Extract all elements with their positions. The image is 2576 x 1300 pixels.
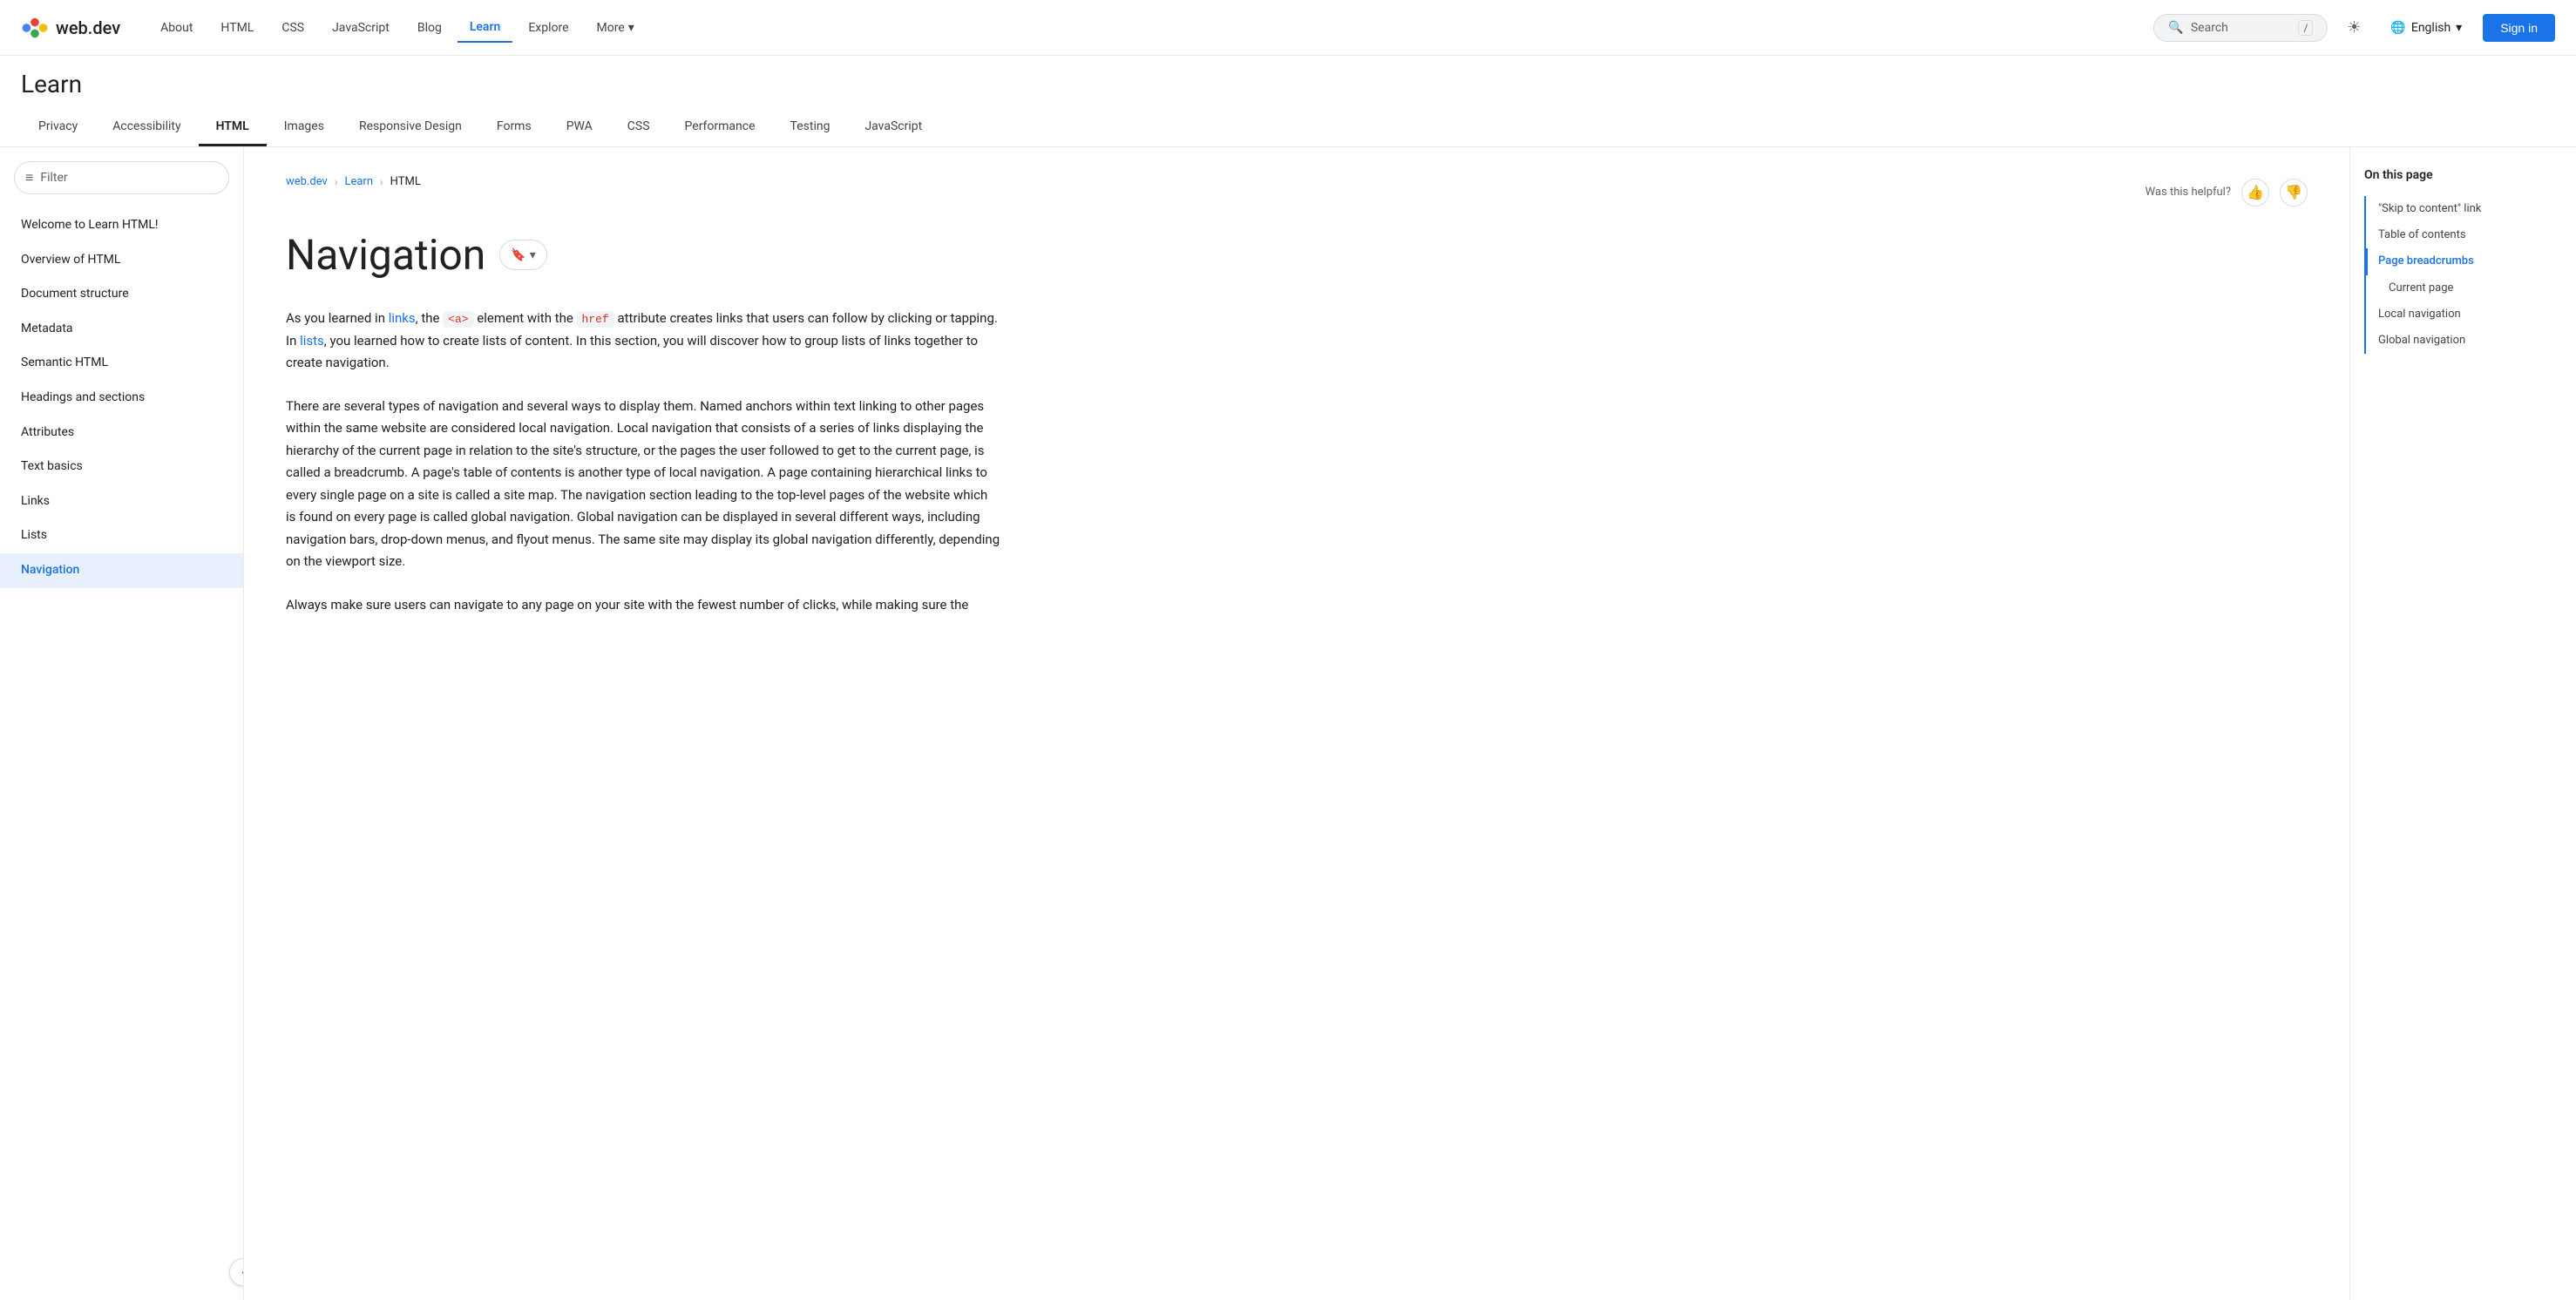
- search-bar[interactable]: 🔍 Search /: [2153, 14, 2328, 42]
- helpful-bar: Was this helpful? 👍 👎: [2146, 179, 2308, 207]
- sidebar-item-text-basics[interactable]: Text basics: [0, 450, 243, 484]
- bookmark-dropdown-icon: ▾: [530, 247, 536, 262]
- search-icon: 🔍: [2168, 21, 2183, 35]
- nav-html[interactable]: HTML: [208, 14, 266, 42]
- tab-accessibility[interactable]: Accessibility: [95, 109, 198, 146]
- sidebar-item-overview[interactable]: Overview of HTML: [0, 243, 243, 278]
- thumbs-down-button[interactable]: 👎: [2280, 179, 2308, 207]
- sidebar-item-lists[interactable]: Lists: [0, 518, 243, 553]
- page-title: Navigation: [286, 230, 485, 280]
- filter-placeholder: Filter: [40, 171, 67, 185]
- bookmark-button[interactable]: 🔖 ▾: [499, 240, 546, 270]
- code-a-tag: <a>: [443, 311, 473, 328]
- tab-images[interactable]: Images: [267, 109, 342, 146]
- tab-responsive-design[interactable]: Responsive Design: [342, 109, 479, 146]
- helpful-text: Was this helpful?: [2146, 186, 2231, 199]
- top-navigation: web.dev About HTML CSS JavaScript Blog L…: [0, 0, 2576, 56]
- tab-performance[interactable]: Performance: [668, 109, 773, 146]
- tab-privacy[interactable]: Privacy: [21, 109, 95, 146]
- nav-more[interactable]: More ▾: [585, 14, 647, 42]
- left-sidebar: ≡ Filter Welcome to Learn HTML! Overview…: [0, 147, 244, 1300]
- link-links[interactable]: links: [389, 310, 416, 326]
- nav-css[interactable]: CSS: [269, 14, 316, 42]
- filter-icon: ≡: [25, 169, 33, 186]
- right-toc: On this page "Skip to content" link Tabl…: [2349, 147, 2576, 1300]
- search-shortcut: /: [2298, 20, 2313, 36]
- breadcrumb: web.dev › Learn › HTML: [286, 175, 421, 188]
- sidebar-collapse-button[interactable]: ‹: [229, 1258, 244, 1286]
- filter-bar[interactable]: ≡ Filter: [14, 161, 229, 194]
- collapse-icon: ‹: [241, 1266, 244, 1278]
- tab-html[interactable]: HTML: [199, 109, 267, 146]
- learn-header: Learn Privacy Accessibility HTML Images …: [0, 56, 2576, 147]
- sidebar-item-document-structure[interactable]: Document structure: [0, 277, 243, 312]
- language-label: English: [2411, 21, 2451, 35]
- link-lists[interactable]: lists: [300, 333, 324, 349]
- nav-blog[interactable]: Blog: [405, 14, 454, 42]
- tab-forms[interactable]: Forms: [479, 109, 549, 146]
- tab-css[interactable]: CSS: [610, 109, 668, 146]
- tabs-bar: Privacy Accessibility HTML Images Respon…: [21, 109, 2555, 146]
- thumbs-up-button[interactable]: 👍: [2241, 179, 2269, 207]
- sidebar-item-links[interactable]: Links: [0, 484, 243, 519]
- nav-javascript[interactable]: JavaScript: [320, 14, 402, 42]
- bookmark-icon: 🔖: [511, 247, 525, 262]
- nav-learn[interactable]: Learn: [458, 13, 512, 43]
- tab-testing[interactable]: Testing: [773, 109, 848, 146]
- toc-page-breadcrumbs[interactable]: Page breadcrumbs: [2366, 248, 2562, 274]
- sidebar-item-attributes[interactable]: Attributes: [0, 416, 243, 450]
- toc-title: On this page: [2364, 168, 2562, 182]
- nav-right: 🔍 Search / ☀ 🌐 English ▾ Sign in: [2153, 12, 2555, 44]
- search-text: Search: [2191, 21, 2228, 35]
- breadcrumb-sep-2: ›: [380, 176, 383, 188]
- sidebar-item-headings[interactable]: Headings and sections: [0, 381, 243, 416]
- main-layout: ≡ Filter Welcome to Learn HTML! Overview…: [0, 147, 2576, 1300]
- chevron-down-icon: ▾: [628, 21, 634, 35]
- toc-current-page[interactable]: Current page: [2366, 275, 2562, 301]
- page-title-area: Navigation 🔖 ▾: [286, 230, 2308, 280]
- breadcrumb-sep-1: ›: [335, 176, 338, 188]
- sidebar-item-metadata[interactable]: Metadata: [0, 312, 243, 347]
- toc-local-navigation[interactable]: Local navigation: [2366, 301, 2562, 328]
- sidebar-item-welcome[interactable]: Welcome to Learn HTML!: [0, 208, 243, 243]
- nav-links: About HTML CSS JavaScript Blog Learn Exp…: [148, 13, 2153, 43]
- toc-skip-to-content[interactable]: "Skip to content" link: [2366, 196, 2562, 222]
- sidebar-item-navigation[interactable]: Navigation: [0, 553, 243, 588]
- breadcrumb-current: HTML: [390, 175, 421, 188]
- logo[interactable]: web.dev: [21, 14, 120, 42]
- breadcrumb-home[interactable]: web.dev: [286, 175, 328, 188]
- content-paragraph-3: Always make sure users can navigate to a…: [286, 594, 1000, 617]
- code-href: href: [577, 311, 614, 328]
- learn-title: Learn: [21, 70, 2555, 98]
- toc-table-of-contents[interactable]: Table of contents: [2366, 222, 2562, 248]
- theme-toggle-button[interactable]: ☀: [2338, 12, 2369, 44]
- tab-pwa[interactable]: PWA: [549, 109, 610, 146]
- nav-explore[interactable]: Explore: [516, 14, 580, 42]
- language-button[interactable]: 🌐 English ▾: [2380, 16, 2472, 40]
- content-paragraph-2: There are several types of navigation an…: [286, 396, 1000, 573]
- thumbs-up-icon: 👍: [2247, 184, 2264, 200]
- logo-icon: [21, 14, 49, 42]
- breadcrumb-section[interactable]: Learn: [344, 175, 373, 188]
- content-paragraph-1: As you learned in links, the <a> element…: [286, 308, 1000, 375]
- nav-about[interactable]: About: [148, 14, 205, 42]
- toc-global-navigation[interactable]: Global navigation: [2366, 328, 2562, 354]
- globe-icon: 🌐: [2390, 21, 2405, 35]
- chevron-down-icon: ▾: [2456, 21, 2462, 35]
- tab-javascript[interactable]: JavaScript: [847, 109, 939, 146]
- breadcrumb-row: web.dev › Learn › HTML Was this helpful?…: [286, 175, 2308, 209]
- sign-in-button[interactable]: Sign in: [2483, 14, 2555, 42]
- main-content: web.dev › Learn › HTML Was this helpful?…: [244, 147, 2349, 1300]
- thumbs-down-icon: 👎: [2285, 184, 2302, 200]
- logo-text: web.dev: [56, 17, 120, 38]
- sidebar-item-semantic-html[interactable]: Semantic HTML: [0, 346, 243, 381]
